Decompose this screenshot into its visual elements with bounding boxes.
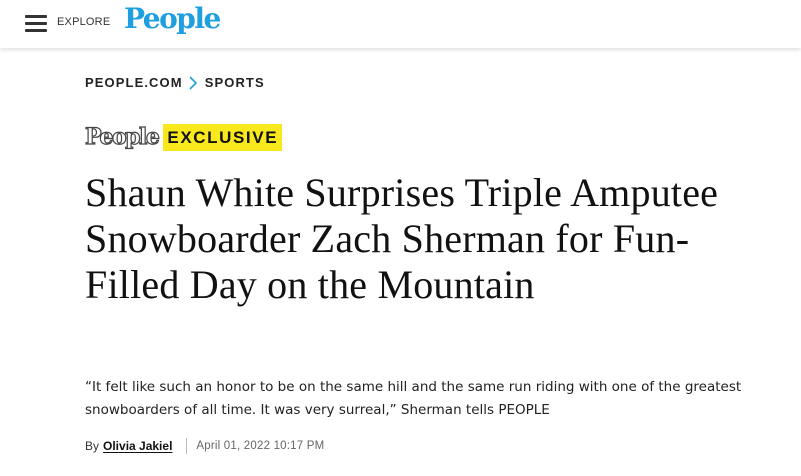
byline-prefix: By xyxy=(85,439,100,453)
exclusive-label: EXCLUSIVE xyxy=(163,123,283,151)
article-subheading: “It felt like such an honor to be on the… xyxy=(85,379,742,418)
breadcrumb-item-home[interactable]: PEOPLE.COM xyxy=(85,75,183,90)
article-byline: By Olivia Jakiel April 01, 2022 10:17 PM xyxy=(85,438,324,454)
author-link[interactable]: Olivia Jakiel xyxy=(103,439,172,453)
top-navigation-bar: EXPLORE People xyxy=(0,0,801,48)
breadcrumb-item-sports[interactable]: SPORTS xyxy=(205,75,265,90)
exclusive-badge: People EXCLUSIVE xyxy=(84,122,283,152)
explore-menu-label[interactable]: EXPLORE xyxy=(57,16,110,28)
menu-line xyxy=(25,22,47,25)
article-headline: Shaun White Surprises Triple Amputee Sno… xyxy=(85,170,719,307)
publish-date: April 01, 2022 10:17 PM xyxy=(196,440,325,452)
breadcrumb: PEOPLE.COM SPORTS xyxy=(85,75,265,90)
people-logo[interactable]: People xyxy=(124,2,221,35)
menu-line xyxy=(25,15,47,18)
byline-divider xyxy=(186,438,188,454)
chevron-right-icon xyxy=(189,75,197,90)
menu-line xyxy=(25,29,47,32)
people-badge-logo: People xyxy=(84,123,160,150)
hamburger-menu-icon[interactable] xyxy=(25,15,47,32)
